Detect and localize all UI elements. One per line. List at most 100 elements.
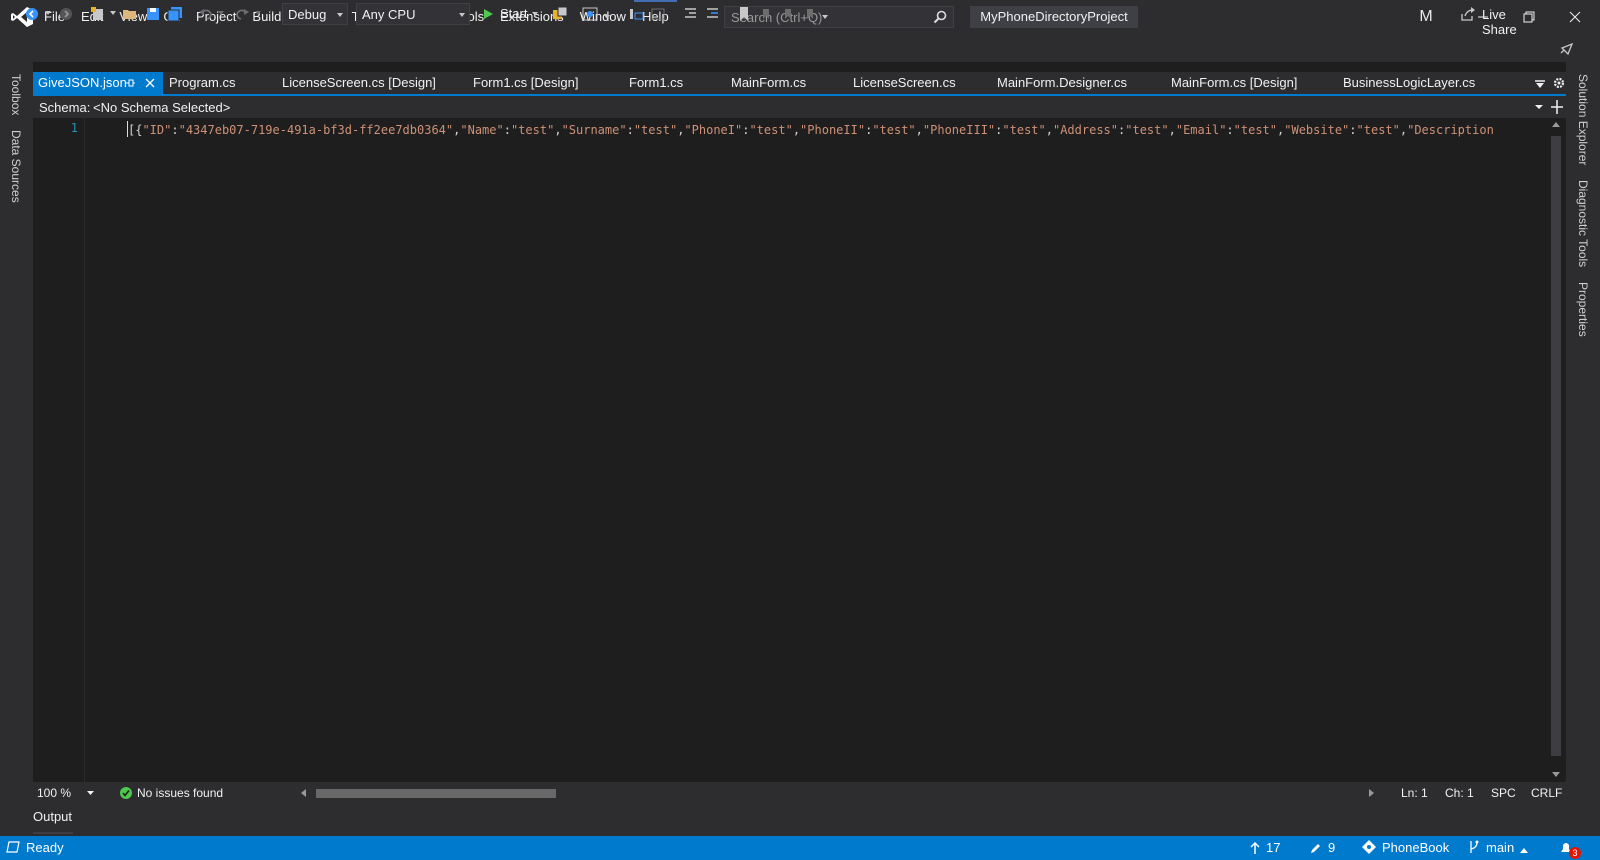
tab-licensescreen-cs[interactable]: LicenseScreen.cs [853,72,956,94]
tab-businesslogiclayer-cs[interactable]: BusinessLogicLayer.cs [1343,72,1475,94]
open-folder-icon[interactable] [120,4,140,24]
repository-selector[interactable]: PhoneBook [1362,840,1449,855]
vertical-scrollbar[interactable] [1548,118,1566,782]
ready-label: Ready [26,840,64,855]
previous-bookmark-icon[interactable] [756,4,776,24]
tab-mainform-design[interactable]: MainForm.cs [Design] [1171,72,1297,94]
configuration-dropdown[interactable]: Debug [282,3,348,25]
chevron-down-icon[interactable] [604,14,610,20]
scroll-up-icon[interactable] [1552,122,1560,128]
branch-selector[interactable]: main [1468,840,1534,855]
right-tool-strip: Solution Explorer Diagnostic Tools Prope… [1566,62,1600,836]
chevron-down-icon [532,11,538,17]
branch-name: main [1486,840,1515,855]
toolbox-tab[interactable]: Toolbox [9,74,23,115]
chevron-down-icon[interactable] [218,10,224,16]
navigate-forward-icon[interactable] [56,4,76,24]
chevron-down-icon[interactable] [1535,104,1543,110]
json-key: "PhoneIII" [922,123,996,137]
live-share-button[interactable]: Live Share [1460,6,1540,37]
tab-mainform-designer-cs[interactable]: MainForm.Designer.cs [997,72,1127,94]
scroll-right-icon[interactable] [1369,789,1375,797]
close-tab-icon[interactable] [145,78,155,88]
unpushed-commits[interactable]: 17 [1250,840,1280,855]
json-key: "Name" [460,123,504,137]
search-icon[interactable] [933,10,947,24]
ready-status: Ready [6,840,64,855]
chevron-down-icon [459,12,465,18]
data-sources-tab[interactable]: Data Sources [9,130,23,203]
chevron-down-icon[interactable] [110,10,116,16]
browser-link-icon[interactable] [580,4,600,24]
start-debugging-button[interactable]: Start [478,3,540,25]
properties-tab[interactable]: Properties [1576,282,1590,337]
code-editor[interactable] [33,118,1566,782]
git-repo-icon [1362,840,1376,854]
platform-value: Any CPU [362,7,416,22]
json-colon: : [1349,123,1357,137]
zoom-level[interactable]: 100 % [37,786,71,800]
horizontal-scroll-thumb[interactable] [316,789,556,798]
undo-icon[interactable] [196,4,216,24]
json-value: "test" [1356,123,1400,137]
diagnostic-tools-tab[interactable]: Diagnostic Tools [1576,180,1590,267]
issues-status[interactable]: No issues found [137,786,223,800]
live-share-icon [1460,6,1476,22]
commits-count: 17 [1266,840,1281,855]
pin-icon[interactable] [125,78,135,88]
chevron-down-icon[interactable] [255,10,261,16]
bookmark-icon[interactable] [734,4,754,24]
step-into-icon[interactable] [626,4,646,24]
live-share-label: Live Share [1482,7,1517,37]
chevron-down-icon[interactable] [45,10,51,16]
redo-icon[interactable] [232,4,252,24]
line-ending-indicator[interactable]: CRLF [1531,786,1562,800]
scroll-down-icon[interactable] [1552,772,1560,778]
chevron-down-icon[interactable] [87,791,94,796]
tab-givejson[interactable]: GiveJSON.json [33,72,163,94]
solution-explorer-tab[interactable]: Solution Explorer [1576,74,1590,165]
close-window-button[interactable] [1552,0,1598,34]
tab-licensescreen-design[interactable]: LicenseScreen.cs [Design] [282,72,436,94]
json-pairs: "ID":"4347eb07-719e-491a-bf3d-ff2ee7db03… [142,123,1407,137]
whitespace-indicator[interactable]: SPC [1491,786,1516,800]
hot-reload-icon[interactable] [550,4,570,24]
tab-overflow-icon[interactable] [1535,80,1545,88]
save-icon[interactable] [143,4,163,24]
outdent-icon[interactable] [680,4,700,24]
platform-dropdown[interactable]: Any CPU [356,3,470,25]
json-value: "test" [1233,123,1278,137]
standard-toolbar [0,34,1600,62]
tab-program-cs[interactable]: Program.cs [169,72,235,94]
vertical-scroll-thumb[interactable] [1551,136,1561,756]
status-window-icon [6,841,20,853]
gear-icon[interactable] [1553,77,1565,89]
tab-form1-design[interactable]: Form1.cs [Design] [473,72,578,94]
json-value: "test" [633,123,678,137]
pending-changes[interactable]: 9 [1310,840,1335,855]
account-avatar[interactable]: M [1414,6,1438,28]
tab-mainform-cs[interactable]: MainForm.cs [731,72,806,94]
indent-icon[interactable] [702,4,722,24]
pencil-icon [1311,844,1320,853]
json-schema-bar: Schema: <No Schema Selected> [33,96,1566,118]
save-all-icon[interactable] [165,4,185,24]
new-project-icon[interactable] [88,4,108,24]
line-indicator[interactable]: Ln: 1 [1401,786,1428,800]
output-panel-tab: Output [33,804,1566,836]
clear-bookmarks-icon[interactable] [800,4,820,24]
step-over-icon[interactable] [648,4,668,24]
feedback-icon[interactable] [1558,40,1574,56]
toolbar-overflow-icon[interactable] [822,14,828,20]
line-number-gutter: 1 [33,118,85,782]
code-line[interactable]: [{"ID":"4347eb07-719e-491a-bf3d-ff2ee7db… [128,121,1550,139]
output-tab[interactable]: Output [33,809,72,824]
scroll-left-icon[interactable] [301,789,307,797]
navigate-back-icon[interactable] [22,4,42,24]
tab-form1-cs[interactable]: Form1.cs [629,72,683,94]
char-indicator[interactable]: Ch: 1 [1445,786,1474,800]
schema-dropdown[interactable]: <No Schema Selected> [93,100,230,115]
document-tab-bar: GiveJSON.json Program.cs LicenseScreen.c… [33,72,1566,94]
split-editor-icon[interactable] [1551,100,1563,114]
next-bookmark-icon[interactable] [778,4,798,24]
